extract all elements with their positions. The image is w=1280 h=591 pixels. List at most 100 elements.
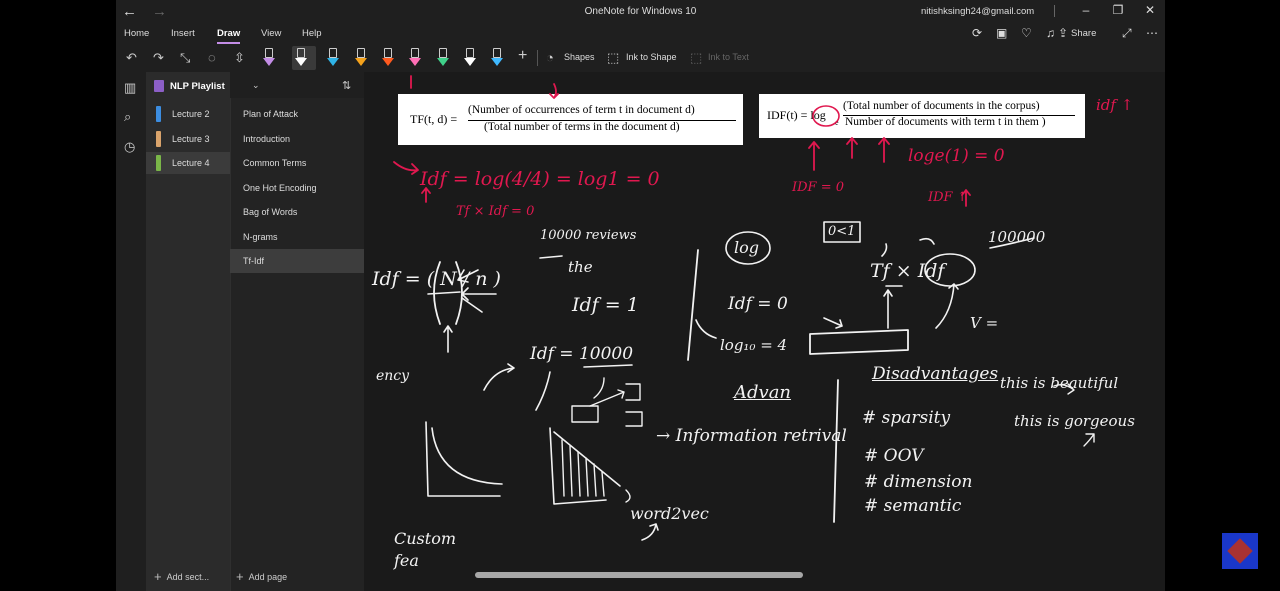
- section-label: Lecture 4: [172, 158, 210, 168]
- page-label: Plan of Attack: [243, 109, 299, 119]
- box-stroke: [625, 411, 643, 427]
- tab-insert[interactable]: Insert: [171, 28, 195, 39]
- horizontal-scrollbar[interactable]: [475, 572, 803, 578]
- ink-idf-up: IDF ↑: [928, 190, 968, 205]
- red-arrow-stroke: [808, 141, 820, 171]
- notebook-header[interactable]: NLP Playlist ⌄ ⇅: [146, 76, 366, 98]
- pen-cyan-icon[interactable]: [488, 46, 506, 70]
- plus-icon: +: [236, 569, 244, 584]
- highlighter-orange-icon[interactable]: [379, 46, 397, 70]
- ink-idf-10000: Idf = 10000: [530, 344, 634, 364]
- ink-idf-one: Idf = 1: [572, 294, 639, 316]
- pen-purple-icon[interactable]: [260, 46, 278, 70]
- ink-information-retrival: → Information retrival: [656, 426, 847, 446]
- underline-stroke: [583, 364, 633, 368]
- tab-help[interactable]: Help: [302, 28, 322, 39]
- section-color-swatch: [156, 131, 161, 147]
- section-label: Lecture 2: [172, 109, 210, 119]
- redo-icon[interactable]: ↷: [153, 50, 164, 66]
- maximize-icon[interactable]: ❐: [1108, 3, 1128, 17]
- share-icon[interactable]: ⇪: [1058, 26, 1068, 40]
- shapes-icon[interactable]: ◔: [546, 50, 554, 65]
- section-lecture-2[interactable]: Lecture 2: [146, 103, 230, 125]
- navigation-rail: ▥ ⌕ ◷: [116, 72, 146, 591]
- toolbar-divider: [537, 50, 538, 66]
- note-canvas[interactable]: TF(t, d) = (Number of occurrences of ter…: [364, 72, 1165, 591]
- onenote-window: ← → OneNote for Windows 10 nitishksingh2…: [116, 0, 1165, 591]
- notebook-name: NLP Playlist: [170, 81, 225, 92]
- ink-log10: log₁₀ = 4: [720, 336, 788, 354]
- add-page-label: Add page: [248, 572, 288, 582]
- ink-to-shape-button[interactable]: Ink to Shape: [626, 52, 677, 62]
- ink-custom-fea: Custom fea: [394, 529, 456, 570]
- undo-icon[interactable]: ↶: [126, 50, 137, 66]
- page-tf-idf[interactable]: Tf-Idf: [230, 249, 364, 273]
- page-common-terms[interactable]: Common Terms: [230, 151, 364, 175]
- chevron-down-icon[interactable]: ⌄: [252, 80, 260, 91]
- ink-tfxidf: Tf × Idf = 0: [456, 204, 535, 219]
- section-lecture-3[interactable]: Lecture 3: [146, 128, 230, 150]
- axes-stroke: [425, 421, 501, 497]
- section-color-swatch: [156, 106, 161, 122]
- notebooks-icon[interactable]: ▥: [124, 80, 136, 96]
- pen-yellow-icon[interactable]: [352, 46, 370, 70]
- minimize-icon[interactable]: –: [1076, 3, 1096, 17]
- more-options-icon[interactable]: ⋯: [1146, 26, 1158, 40]
- arrow-stroke: [593, 377, 605, 399]
- notebook-icon[interactable]: ▣: [996, 26, 1007, 40]
- shapes-button[interactable]: Shapes: [564, 52, 595, 62]
- sync-icon[interactable]: ⟳: [972, 26, 982, 40]
- sort-icon[interactable]: ⇅: [342, 79, 351, 92]
- pen-white-2-icon[interactable]: [461, 46, 479, 70]
- lightbulb-icon[interactable]: ♡: [1021, 26, 1032, 40]
- title-bar: ← → OneNote for Windows 10 nitishksingh2…: [116, 0, 1165, 24]
- ink-idf-equation: Idf = log(4/4) = log1 = 0: [420, 168, 660, 190]
- page-introduction[interactable]: Introduction: [230, 127, 364, 151]
- expand-icon[interactable]: ⤢: [1122, 26, 1132, 41]
- box-stroke: [625, 383, 641, 401]
- ink-idf-zero-white: Idf = 0: [728, 294, 788, 314]
- page-label: Introduction: [243, 134, 291, 144]
- tab-draw[interactable]: Draw: [217, 28, 241, 44]
- page-bag-of-words[interactable]: Bag of Words: [230, 200, 364, 224]
- share-button[interactable]: Share: [1071, 28, 1096, 39]
- ink-idf-zero: IDF = 0: [792, 180, 845, 195]
- underline-stroke: [539, 255, 563, 259]
- lasso-select-icon[interactable]: ⤡: [180, 50, 190, 66]
- notebook-icon: [154, 80, 164, 92]
- eraser-icon[interactable]: ◌: [208, 50, 216, 65]
- tab-view[interactable]: View: [261, 28, 281, 39]
- arrow-stroke: [461, 297, 483, 313]
- page-one-hot-encoding[interactable]: One Hot Encoding: [230, 176, 364, 200]
- tab-home[interactable]: Home: [124, 28, 149, 39]
- pen-pink-icon[interactable]: [406, 46, 424, 70]
- add-pen-icon[interactable]: +: [518, 47, 527, 65]
- red-arrow-stroke: [549, 83, 559, 99]
- ink-idf-fraction: Idf = ( N / n ): [372, 268, 501, 290]
- page-label: One Hot Encoding: [243, 183, 317, 193]
- search-icon[interactable]: ⌕: [124, 109, 131, 125]
- add-section-label: Add sect...: [166, 572, 210, 582]
- ink-to-shape-icon[interactable]: ⬚: [607, 50, 619, 66]
- page-n-grams[interactable]: N-grams: [230, 225, 364, 249]
- pen-white-icon[interactable]: [292, 46, 316, 70]
- add-page-button[interactable]: + Add page: [236, 568, 288, 584]
- add-space-icon[interactable]: ⇳: [234, 50, 245, 66]
- ribbon-tabs: Home Insert Draw View Help ⟳ ▣ ♡ ♫ ⇪ Sha…: [116, 24, 1165, 44]
- pen-green-icon[interactable]: [434, 46, 452, 70]
- pen-blue-icon[interactable]: [324, 46, 342, 70]
- section-lecture-4[interactable]: Lecture 4: [146, 152, 230, 174]
- account-email[interactable]: nitishksingh24@gmail.com: [921, 6, 1034, 17]
- page-label: Tf-Idf: [243, 256, 265, 266]
- page-plan-of-attack[interactable]: Plan of Attack: [230, 102, 364, 126]
- recent-icon[interactable]: ◷: [124, 139, 135, 155]
- draw-toolbar: ↶ ↷ ⤡ ◌ ⇳ + ◔ Shapes ⬚ Ink to Shape ⬚ In…: [116, 44, 1165, 72]
- add-section-button[interactable]: + Add sect...: [154, 568, 210, 584]
- arrow-stroke: [919, 237, 935, 245]
- bell-icon[interactable]: ♫: [1046, 26, 1055, 40]
- arrow-stroke: [483, 363, 515, 391]
- plus-icon: +: [154, 569, 162, 584]
- ink-to-text-icon: ⬚: [690, 50, 703, 65]
- close-icon[interactable]: ✕: [1140, 3, 1160, 17]
- red-arrow-stroke: [878, 137, 890, 163]
